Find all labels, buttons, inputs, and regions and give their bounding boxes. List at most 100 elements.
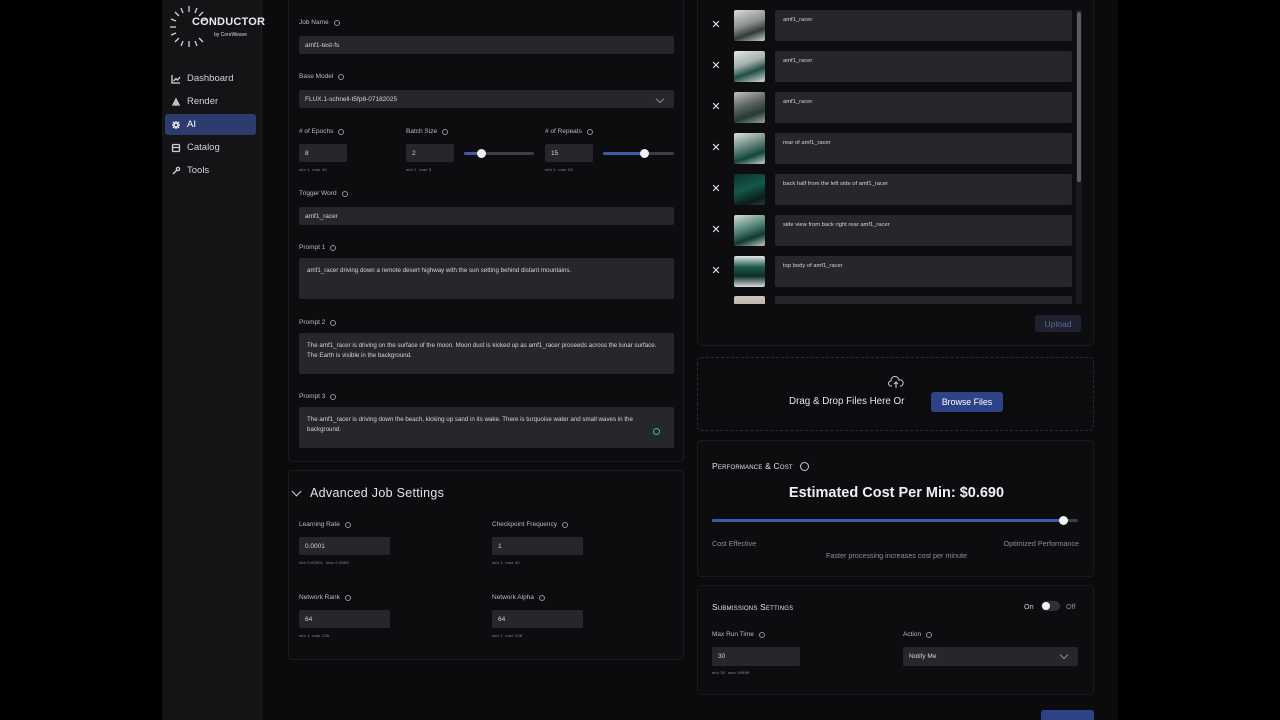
slider-fill — [712, 519, 1064, 522]
network-alpha-label: Network Alpha — [492, 594, 545, 601]
remove-image-icon[interactable]: ✕ — [710, 265, 722, 277]
action-value: Notify Me — [909, 653, 937, 660]
base-model-select[interactable]: FLUX.1-schnell-t5fp8-07182025 — [299, 90, 674, 108]
job-name-label: Job Name — [299, 19, 340, 26]
prompt3-textarea[interactable]: The amf1_racer is driving down the beach… — [299, 407, 674, 448]
info-icon[interactable] — [799, 461, 809, 471]
batch-size-label: Batch Size — [406, 128, 449, 135]
info-icon[interactable] — [338, 73, 345, 80]
info-icon[interactable] — [538, 594, 545, 601]
prompt2-textarea[interactable]: The amf1_racer is driving on the surface… — [299, 333, 674, 374]
sidebar-item-ai[interactable]: AI — [165, 114, 256, 135]
image-thumbnail[interactable] — [734, 296, 765, 304]
image-list-scrollbar[interactable] — [1076, 10, 1082, 304]
performance-slider[interactable] — [712, 516, 1078, 525]
caption-input[interactable]: top body of amf1_racer — [775, 256, 1072, 287]
sidebar-item-catalog[interactable]: Catalog — [165, 137, 256, 158]
slider-knob[interactable] — [477, 149, 486, 158]
caption-input[interactable]: rear of amf1_racer — [775, 133, 1072, 164]
network-alpha-range: min 1 max 128 — [492, 633, 523, 638]
batch-size-input[interactable]: 2 — [406, 144, 454, 162]
info-icon[interactable] — [442, 128, 449, 135]
remove-image-icon[interactable]: ✕ — [710, 224, 722, 236]
browse-files-button[interactable]: Browse Files — [931, 392, 1003, 412]
submit-button[interactable] — [1041, 710, 1094, 720]
chevron-down-icon — [291, 486, 302, 496]
info-icon[interactable] — [330, 319, 337, 326]
remove-image-icon[interactable]: ✕ — [710, 101, 722, 113]
info-icon[interactable] — [338, 128, 345, 135]
slider-knob[interactable] — [639, 149, 649, 158]
repeats-slider[interactable] — [603, 149, 674, 158]
info-icon[interactable] — [562, 521, 569, 528]
list-item: ✕ rear of amf1_racer — [698, 133, 1078, 166]
ai-icon — [172, 120, 180, 129]
submissions-toggle[interactable] — [1041, 601, 1060, 611]
info-icon[interactable] — [333, 19, 340, 26]
list-item: ✕ amf1_racer — [698, 51, 1078, 84]
image-thumbnail[interactable] — [734, 51, 765, 82]
checkpoint-frequency-input[interactable]: 1 — [492, 537, 583, 555]
sidebar-item-label: Render — [187, 96, 219, 107]
info-icon[interactable] — [341, 190, 348, 197]
sidebar-item-dashboard[interactable]: Dashboard — [165, 68, 256, 89]
image-thumbnail[interactable] — [734, 215, 765, 246]
caption-input[interactable]: side view from back right rear amf1_race… — [775, 215, 1072, 246]
image-thumbnail[interactable] — [734, 92, 765, 123]
file-drop-zone[interactable]: Drag & Drop Files Here Or Browse Files — [697, 357, 1094, 431]
slider-knob[interactable] — [1058, 516, 1068, 525]
advanced-settings-toggle[interactable]: Advanced Job Settings — [291, 486, 445, 500]
tools-icon — [172, 166, 181, 174]
repeats-input[interactable]: 15 — [545, 144, 593, 162]
caption-input[interactable] — [775, 296, 1072, 304]
base-model-value: FLUX.1-schnell-t5fp8-07182025 — [305, 95, 398, 103]
epochs-input[interactable]: 8 — [299, 144, 347, 162]
list-item-partial — [698, 296, 1078, 304]
list-item: ✕ back half from the left side of amf1_ra… — [698, 174, 1078, 207]
sidebar-item-tools[interactable]: Tools — [165, 160, 256, 181]
caption-input[interactable]: amf1_racer — [775, 51, 1072, 82]
info-icon[interactable] — [330, 393, 337, 400]
batch-size-slider[interactable] — [464, 149, 534, 158]
learning-rate-input[interactable]: 0.0001 — [299, 537, 390, 555]
trigger-word-input[interactable]: amf1_racer — [299, 207, 674, 225]
toggle-knob — [1042, 602, 1050, 610]
sidebar-item-render[interactable]: Render — [165, 91, 256, 112]
action-select[interactable]: Notify Me — [903, 647, 1078, 666]
prompt1-textarea[interactable]: amf1_racer driving down a remote desert … — [299, 258, 674, 299]
info-icon[interactable] — [926, 631, 933, 638]
submissions-settings-card: Submissions Settings On Off Max Run Time… — [697, 585, 1094, 695]
max-run-time-input[interactable]: 30 — [712, 647, 800, 666]
job-name-input[interactable]: amf1-test-fs — [299, 36, 674, 54]
checkpoint-frequency-range: min 1 max 40 — [492, 560, 520, 565]
info-icon[interactable] — [330, 244, 337, 251]
prompt3-label: Prompt 3 — [299, 393, 337, 400]
list-item: ✕ amf1_racer — [698, 92, 1078, 125]
grammar-check-icon[interactable] — [653, 428, 660, 435]
image-thumbnail[interactable] — [734, 10, 765, 41]
image-thumbnail[interactable] — [734, 133, 765, 164]
remove-image-icon[interactable]: ✕ — [710, 183, 722, 195]
info-icon[interactable] — [344, 521, 351, 528]
logo-subtitle: by CoreWeave — [214, 32, 247, 38]
checkpoint-frequency-label: Checkpoint Frequency — [492, 521, 569, 528]
caption-input[interactable]: back half from the left side of amf1_rac… — [775, 174, 1072, 205]
advanced-settings-title: Advanced Job Settings — [310, 486, 445, 500]
info-icon[interactable] — [758, 631, 765, 638]
network-rank-input[interactable]: 64 — [299, 610, 390, 628]
image-thumbnail[interactable] — [734, 256, 765, 287]
batch-size-range: min 1 max 5 — [406, 167, 432, 172]
upload-button[interactable]: Upload — [1035, 315, 1081, 332]
remove-image-icon[interactable]: ✕ — [710, 60, 722, 72]
scrollbar-thumb[interactable] — [1077, 12, 1081, 182]
image-thumbnail[interactable] — [734, 174, 765, 205]
info-icon[interactable] — [344, 594, 351, 601]
info-icon[interactable] — [586, 128, 593, 135]
remove-image-icon[interactable]: ✕ — [710, 19, 722, 31]
network-rank-label: Network Rank — [299, 594, 351, 601]
caption-input[interactable]: amf1_racer — [775, 92, 1072, 123]
remove-image-icon[interactable]: ✕ — [710, 142, 722, 154]
learning-rate-range: min 0.00001 max 0.0005 — [299, 560, 349, 565]
network-alpha-input[interactable]: 64 — [492, 610, 583, 628]
caption-input[interactable]: amf1_racer — [775, 10, 1072, 41]
